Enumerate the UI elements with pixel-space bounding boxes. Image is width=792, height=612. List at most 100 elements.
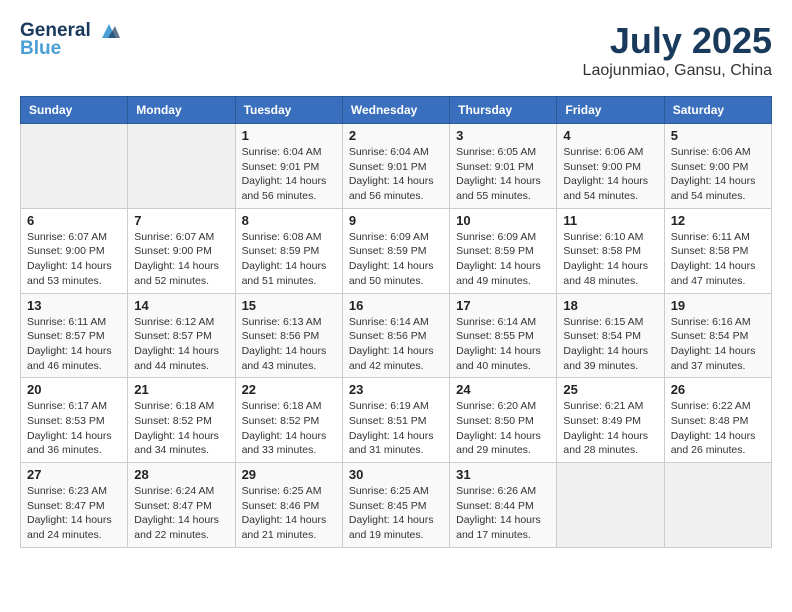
day-cell: 18 Sunrise: 6:15 AMSunset: 8:54 PMDayligh… <box>557 293 664 378</box>
day-info: Sunrise: 6:21 AMSunset: 8:49 PMDaylight:… <box>563 399 657 458</box>
day-info: Sunrise: 6:05 AMSunset: 9:01 PMDaylight:… <box>456 145 550 204</box>
day-info: Sunrise: 6:18 AMSunset: 8:52 PMDaylight:… <box>242 399 336 458</box>
day-cell: 20 Sunrise: 6:17 AMSunset: 8:53 PMDayligh… <box>21 378 128 463</box>
day-info: Sunrise: 6:06 AMSunset: 9:00 PMDaylight:… <box>671 145 765 204</box>
day-info: Sunrise: 6:11 AMSunset: 8:58 PMDaylight:… <box>671 230 765 289</box>
day-info: Sunrise: 6:26 AMSunset: 8:44 PMDaylight:… <box>456 484 550 543</box>
day-number: 29 <box>242 467 336 482</box>
header-saturday: Saturday <box>664 97 771 124</box>
day-cell <box>128 124 235 209</box>
day-info: Sunrise: 6:07 AMSunset: 9:00 PMDaylight:… <box>134 230 228 289</box>
day-number: 10 <box>456 213 550 228</box>
day-cell <box>664 463 771 548</box>
day-info: Sunrise: 6:10 AMSunset: 8:58 PMDaylight:… <box>563 230 657 289</box>
day-cell: 1 Sunrise: 6:04 AMSunset: 9:01 PMDaylight… <box>235 124 342 209</box>
logo-icon <box>98 20 120 42</box>
day-cell: 19 Sunrise: 6:16 AMSunset: 8:54 PMDayligh… <box>664 293 771 378</box>
day-cell: 25 Sunrise: 6:21 AMSunset: 8:49 PMDayligh… <box>557 378 664 463</box>
day-number: 14 <box>134 298 228 313</box>
day-number: 12 <box>671 213 765 228</box>
day-number: 24 <box>456 382 550 397</box>
day-info: Sunrise: 6:14 AMSunset: 8:56 PMDaylight:… <box>349 315 443 374</box>
day-number: 28 <box>134 467 228 482</box>
day-number: 25 <box>563 382 657 397</box>
day-info: Sunrise: 6:04 AMSunset: 9:01 PMDaylight:… <box>242 145 336 204</box>
day-info: Sunrise: 6:24 AMSunset: 8:47 PMDaylight:… <box>134 484 228 543</box>
day-info: Sunrise: 6:23 AMSunset: 8:47 PMDaylight:… <box>27 484 121 543</box>
day-cell: 3 Sunrise: 6:05 AMSunset: 9:01 PMDaylight… <box>450 124 557 209</box>
day-cell: 6Sunrise: 6:07 AMSunset: 9:00 PMDaylight… <box>21 208 128 293</box>
day-number: 3 <box>456 128 550 143</box>
day-cell: 22Sunrise: 6:18 AMSunset: 8:52 PMDayligh… <box>235 378 342 463</box>
week-row-1: 1 Sunrise: 6:04 AMSunset: 9:01 PMDaylight… <box>21 124 772 209</box>
day-info: Sunrise: 6:12 AMSunset: 8:57 PMDaylight:… <box>134 315 228 374</box>
day-info: Sunrise: 6:14 AMSunset: 8:55 PMDaylight:… <box>456 315 550 374</box>
day-number: 26 <box>671 382 765 397</box>
logo-text: General Blue <box>20 20 120 60</box>
day-number: 6 <box>27 213 121 228</box>
calendar-title: July 2025 <box>583 20 772 62</box>
day-number: 4 <box>563 128 657 143</box>
day-info: Sunrise: 6:13 AMSunset: 8:56 PMDaylight:… <box>242 315 336 374</box>
day-number: 20 <box>27 382 121 397</box>
day-info: Sunrise: 6:15 AMSunset: 8:54 PMDaylight:… <box>563 315 657 374</box>
day-info: Sunrise: 6:17 AMSunset: 8:53 PMDaylight:… <box>27 399 121 458</box>
day-info: Sunrise: 6:09 AMSunset: 8:59 PMDaylight:… <box>349 230 443 289</box>
day-info: Sunrise: 6:18 AMSunset: 8:52 PMDaylight:… <box>134 399 228 458</box>
header-thursday: Thursday <box>450 97 557 124</box>
day-cell: 29 Sunrise: 6:25 AMSunset: 8:46 PMDayligh… <box>235 463 342 548</box>
day-number: 31 <box>456 467 550 482</box>
logo: General Blue <box>20 20 120 60</box>
day-info: Sunrise: 6:25 AMSunset: 8:45 PMDaylight:… <box>349 484 443 543</box>
day-cell: 15 Sunrise: 6:13 AMSunset: 8:56 PMDayligh… <box>235 293 342 378</box>
day-number: 11 <box>563 213 657 228</box>
day-cell: 11 Sunrise: 6:10 AMSunset: 8:58 PMDayligh… <box>557 208 664 293</box>
day-cell: 16 Sunrise: 6:14 AMSunset: 8:56 PMDayligh… <box>342 293 449 378</box>
day-number: 19 <box>671 298 765 313</box>
day-number: 8 <box>242 213 336 228</box>
day-number: 9 <box>349 213 443 228</box>
day-cell: 23 Sunrise: 6:19 AMSunset: 8:51 PMDayligh… <box>342 378 449 463</box>
day-info: Sunrise: 6:25 AMSunset: 8:46 PMDaylight:… <box>242 484 336 543</box>
day-cell: 8 Sunrise: 6:08 AMSunset: 8:59 PMDaylight… <box>235 208 342 293</box>
day-info: Sunrise: 6:22 AMSunset: 8:48 PMDaylight:… <box>671 399 765 458</box>
day-cell: 10 Sunrise: 6:09 AMSunset: 8:59 PMDayligh… <box>450 208 557 293</box>
day-info: Sunrise: 6:19 AMSunset: 8:51 PMDaylight:… <box>349 399 443 458</box>
day-number: 18 <box>563 298 657 313</box>
header-sunday: Sunday <box>21 97 128 124</box>
day-number: 21 <box>134 382 228 397</box>
day-cell: 4Sunrise: 6:06 AMSunset: 9:00 PMDaylight… <box>557 124 664 209</box>
day-number: 5 <box>671 128 765 143</box>
day-cell: 24Sunrise: 6:20 AMSunset: 8:50 PMDayligh… <box>450 378 557 463</box>
header-wednesday: Wednesday <box>342 97 449 124</box>
day-number: 2 <box>349 128 443 143</box>
day-cell: 7Sunrise: 6:07 AMSunset: 9:00 PMDaylight… <box>128 208 235 293</box>
week-row-2: 6 Sunrise: 6:07 AMSunset: 9:00 PMDaylight… <box>21 208 772 293</box>
day-info: Sunrise: 6:04 AMSunset: 9:01 PMDaylight:… <box>349 145 443 204</box>
week-row-3: 13Sunrise: 6:11 AMSunset: 8:57 PMDayligh… <box>21 293 772 378</box>
header-monday: Monday <box>128 97 235 124</box>
day-cell: 12 Sunrise: 6:11 AMSunset: 8:58 PMDayligh… <box>664 208 771 293</box>
day-cell: 5 Sunrise: 6:06 AMSunset: 9:00 PMDaylight… <box>664 124 771 209</box>
header-row: SundayMondayTuesdayWednesdayThursdayFrid… <box>21 97 772 124</box>
day-number: 27 <box>27 467 121 482</box>
day-info: Sunrise: 6:16 AMSunset: 8:54 PMDaylight:… <box>671 315 765 374</box>
day-number: 17 <box>456 298 550 313</box>
header-tuesday: Tuesday <box>235 97 342 124</box>
day-number: 1 <box>242 128 336 143</box>
day-cell: 17 Sunrise: 6:14 AMSunset: 8:55 PMDayligh… <box>450 293 557 378</box>
day-cell: 14 Sunrise: 6:12 AMSunset: 8:57 PMDayligh… <box>128 293 235 378</box>
day-cell: 9 Sunrise: 6:09 AMSunset: 8:59 PMDaylight… <box>342 208 449 293</box>
day-info: Sunrise: 6:09 AMSunset: 8:59 PMDaylight:… <box>456 230 550 289</box>
day-number: 15 <box>242 298 336 313</box>
day-number: 23 <box>349 382 443 397</box>
day-cell <box>557 463 664 548</box>
calendar-table: SundayMondayTuesdayWednesdayThursdayFrid… <box>20 96 772 548</box>
day-info: Sunrise: 6:08 AMSunset: 8:59 PMDaylight:… <box>242 230 336 289</box>
day-number: 16 <box>349 298 443 313</box>
day-cell: 31 Sunrise: 6:26 AMSunset: 8:44 PMDayligh… <box>450 463 557 548</box>
page-header: General Blue July 2025 Laojunmiao, Gansu… <box>20 20 772 80</box>
day-info: Sunrise: 6:11 AMSunset: 8:57 PMDaylight:… <box>27 315 121 374</box>
title-block: July 2025 Laojunmiao, Gansu, China <box>583 20 772 80</box>
day-cell: 21 Sunrise: 6:18 AMSunset: 8:52 PMDayligh… <box>128 378 235 463</box>
